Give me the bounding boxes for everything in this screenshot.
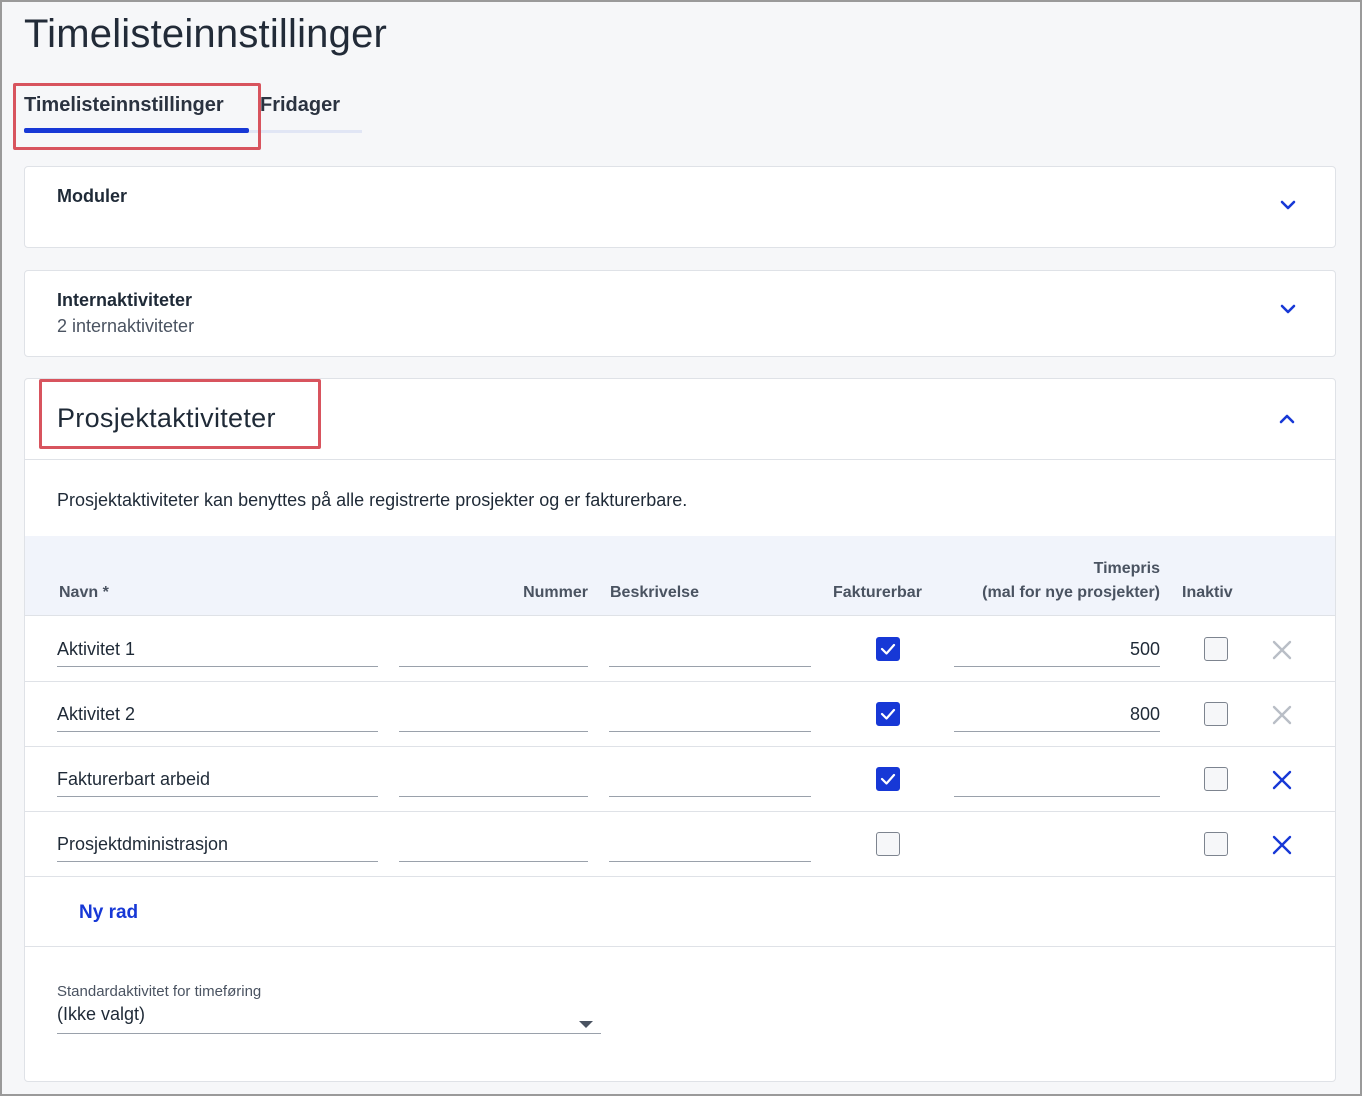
close-icon <box>1271 704 1293 726</box>
chevron-down-icon[interactable] <box>1277 298 1299 320</box>
activity-name-field[interactable]: Aktivitet 1 <box>57 639 378 667</box>
activity-name-field[interactable]: Aktivitet 2 <box>57 704 378 732</box>
inactive-checkbox[interactable] <box>1204 637 1228 661</box>
activity-description-field[interactable] <box>609 639 811 667</box>
billable-checkbox[interactable] <box>876 637 900 661</box>
default-activity-label: Standardaktivitet for timeføring <box>57 983 262 1000</box>
activity-name-field[interactable]: Prosjektdministrasjon <box>57 834 378 862</box>
column-header-inactive: Inaktiv <box>1182 584 1233 601</box>
billable-checkbox[interactable] <box>876 767 900 791</box>
internal-activities-section[interactable]: Internaktiviteter 2 internaktiviteter <box>24 270 1336 357</box>
tab-label: Fridager <box>260 94 341 116</box>
chevron-down-icon[interactable] <box>1277 194 1299 216</box>
tab-holidays[interactable]: Fridager <box>260 94 340 117</box>
activity-description-field[interactable] <box>609 834 811 862</box>
new-row-button[interactable]: Ny rad <box>79 902 138 924</box>
inactive-checkbox[interactable] <box>1204 767 1228 791</box>
activity-number-field[interactable] <box>399 639 588 667</box>
default-activity-select[interactable]: (Ikke valgt) <box>57 1004 601 1034</box>
billable-checkbox[interactable] <box>876 702 900 726</box>
close-icon[interactable] <box>1271 769 1293 791</box>
section-divider <box>25 459 1335 460</box>
activity-description-field[interactable] <box>609 704 811 732</box>
hourly-rate-field[interactable] <box>954 769 1160 797</box>
tab-label: Timelisteinnstillinger <box>24 94 224 116</box>
project-activities-section: Prosjektaktiviteter Prosjektaktiviteter … <box>24 378 1336 1082</box>
caret-down-icon <box>579 1014 593 1028</box>
column-header-description: Beskrivelse <box>610 584 699 601</box>
table-header: Navn * Nummer Beskrivelse Fakturerbar Ti… <box>25 536 1335 616</box>
table-row: Fakturerbart arbeid <box>25 747 1335 812</box>
activity-number-field[interactable] <box>399 834 588 862</box>
project-activities-title: Prosjektaktiviteter <box>57 403 276 433</box>
table-row: Aktivitet 1 500 <box>25 617 1335 682</box>
activity-number-field[interactable] <box>399 704 588 732</box>
activity-name-field[interactable]: Fakturerbart arbeid <box>57 769 378 797</box>
billable-checkbox[interactable] <box>876 832 900 856</box>
page-title: Timelisteinnstillinger <box>24 12 388 56</box>
inactive-checkbox[interactable] <box>1204 702 1228 726</box>
activity-number-field[interactable] <box>399 769 588 797</box>
hourly-rate-field[interactable]: 800 <box>954 704 1160 732</box>
internal-activities-count: 2 internaktiviteter <box>57 316 195 336</box>
table-row: Aktivitet 2 800 <box>25 682 1335 747</box>
column-header-number: Nummer <box>523 584 588 601</box>
chevron-up-icon[interactable] <box>1276 408 1298 430</box>
inactive-checkbox[interactable] <box>1204 832 1228 856</box>
section-divider <box>25 946 1335 947</box>
close-icon[interactable] <box>1271 834 1293 856</box>
default-activity-value: (Ikke valgt) <box>57 1004 146 1024</box>
project-activities-description: Prosjektaktiviteter kan benyttes på alle… <box>57 490 688 510</box>
column-header-rate-note: (mal for nye prosjekter) <box>982 584 1160 601</box>
tab-timesheet-settings[interactable]: Timelisteinnstillinger <box>24 94 249 133</box>
column-header-billable: Fakturerbar <box>833 584 922 601</box>
column-header-name: Navn * <box>59 584 109 601</box>
internal-activities-title: Internaktiviteter <box>57 290 193 310</box>
table-row: Prosjektdministrasjon <box>25 812 1335 877</box>
close-icon <box>1271 639 1293 661</box>
activity-description-field[interactable] <box>609 769 811 797</box>
modules-section[interactable]: Moduler <box>24 166 1336 248</box>
active-tab-indicator <box>24 128 249 133</box>
modules-title: Moduler <box>57 186 127 206</box>
hourly-rate-field[interactable]: 500 <box>954 639 1160 667</box>
column-header-rate: Timepris <box>1093 560 1160 577</box>
